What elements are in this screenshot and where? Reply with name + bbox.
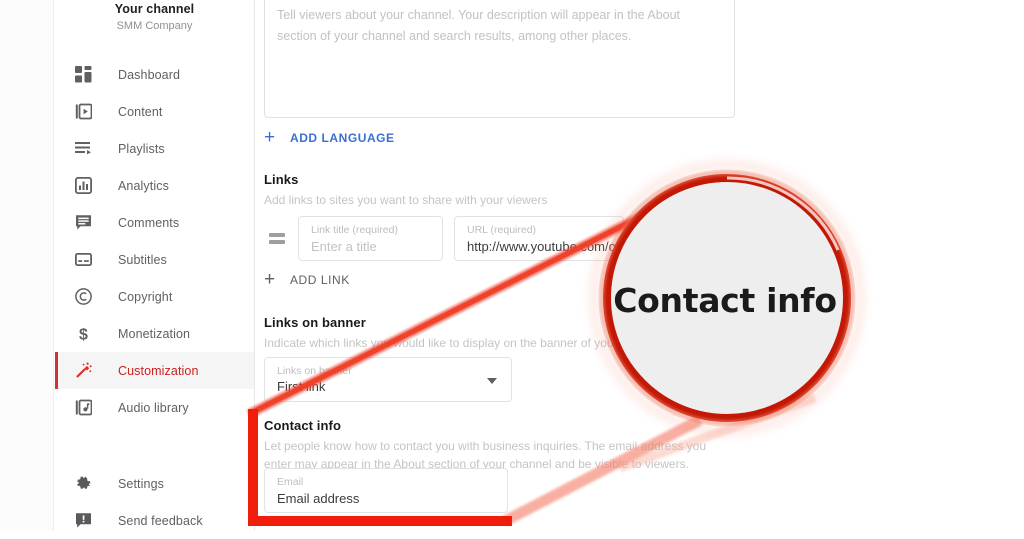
add-link-label: ADD LINK xyxy=(290,272,350,287)
sidebar-item-label: Customization xyxy=(118,363,199,378)
sidebar-item-analytics[interactable]: Analytics xyxy=(55,167,254,204)
plus-icon: + xyxy=(264,127,276,148)
playlists-icon xyxy=(70,137,96,161)
links-on-banner-section-header: Links on banner Indicate which links you… xyxy=(264,315,673,352)
sidebar-item-customization[interactable]: Customization xyxy=(55,352,254,389)
main-content: Channel description Tell viewers about y… xyxy=(256,0,1024,531)
link-title-label: Link title (required) xyxy=(311,224,398,236)
email-label: Email xyxy=(277,476,304,488)
add-language-button[interactable]: + ADD LANGUAGE xyxy=(264,128,395,147)
links-on-banner-select-value: First link xyxy=(277,379,326,394)
sidebar-item-label: Monetization xyxy=(118,326,191,341)
drag-handle-icon[interactable] xyxy=(264,230,290,247)
sidebar-item-monetization[interactable]: $ Monetization xyxy=(55,315,254,352)
sidebar-item-send-feedback[interactable]: Send feedback xyxy=(55,502,254,539)
chevron-down-icon[interactable] xyxy=(487,378,497,384)
sidebar-item-label: Send feedback xyxy=(118,513,203,528)
link-row: Link title (required) Enter a title URL … xyxy=(264,216,624,261)
comments-icon xyxy=(70,211,96,235)
contact-info-title: Contact info xyxy=(264,418,342,433)
links-on-banner-select[interactable]: Links on banner First link xyxy=(264,357,512,402)
channel-description-label: Channel description xyxy=(277,0,370,1)
sidebar-item-label: Audio library xyxy=(118,400,189,415)
sidebar-item-playlists[interactable]: Playlists xyxy=(55,130,254,167)
channel-description-textarea[interactable]: Channel description Tell viewers about y… xyxy=(264,0,735,118)
sidebar-item-label: Settings xyxy=(118,476,164,491)
sidebar-item-label: Analytics xyxy=(118,178,169,193)
sidebar-item-label: Playlists xyxy=(118,141,165,156)
sidebar-item-label: Content xyxy=(118,104,163,119)
gear-icon xyxy=(70,472,96,496)
add-link-button[interactable]: + ADD LINK xyxy=(264,270,350,289)
sidebar-item-comments[interactable]: Comments xyxy=(55,204,254,241)
left-gutter xyxy=(0,0,54,531)
dashboard-icon xyxy=(70,63,96,87)
plus-icon: + xyxy=(264,269,276,290)
sidebar-item-label: Copyright xyxy=(118,289,173,304)
monetization-icon: $ xyxy=(70,322,96,346)
links-on-banner-subtitle: Indicate which links you would like to d… xyxy=(264,336,673,350)
link-title-value: Enter a title xyxy=(311,239,377,254)
sidebar-item-settings[interactable]: Settings xyxy=(55,465,254,502)
sidebar: Your channel SMM Company Dashboard Conte… xyxy=(55,0,255,531)
links-on-banner-select-label: Links on banner xyxy=(277,365,352,377)
content-icon xyxy=(70,100,96,124)
channel-header: Your channel SMM Company xyxy=(55,0,254,34)
links-title: Links xyxy=(264,172,299,187)
sidebar-nav: Dashboard Content Playlists Analytics Co… xyxy=(55,56,254,426)
copyright-icon xyxy=(70,285,96,309)
add-language-label: ADD LANGUAGE xyxy=(290,130,395,145)
sidebar-item-audio-library[interactable]: Audio library xyxy=(55,389,254,426)
channel-name: SMM Company xyxy=(116,20,193,32)
channel-title: Your channel xyxy=(114,2,195,16)
link-url-label: URL (required) xyxy=(467,224,537,236)
link-url-value: http://www.youtube.com/o xyxy=(467,239,616,254)
channel-description-placeholder: Tell viewers about your channel. Your de… xyxy=(277,8,681,43)
sidebar-item-content[interactable]: Content xyxy=(55,93,254,130)
feedback-icon xyxy=(70,509,96,533)
youtube-studio-page: Your channel SMM Company Dashboard Conte… xyxy=(0,0,1024,531)
link-url-input[interactable]: URL (required) http://www.youtube.com/o xyxy=(454,216,624,261)
sidebar-item-label: Dashboard xyxy=(118,67,181,82)
sidebar-item-label: Subtitles xyxy=(118,252,167,267)
links-subtitle: Add links to sites you want to share wit… xyxy=(264,193,548,207)
sidebar-item-dashboard[interactable]: Dashboard xyxy=(55,56,254,93)
sidebar-item-label: Comments xyxy=(118,215,180,230)
links-on-banner-title: Links on banner xyxy=(264,315,366,330)
link-title-input[interactable]: Link title (required) Enter a title xyxy=(298,216,443,261)
svg-text:$: $ xyxy=(79,326,88,343)
contact-info-section-header: Contact info Let people know how to cont… xyxy=(264,418,722,473)
sidebar-item-copyright[interactable]: Copyright xyxy=(55,278,254,315)
customization-icon xyxy=(70,359,96,383)
sidebar-bottom-nav: Settings Send feedback xyxy=(55,465,254,539)
email-value: Email address xyxy=(277,491,360,506)
audio-library-icon xyxy=(70,396,96,420)
sidebar-item-subtitles[interactable]: Subtitles xyxy=(55,241,254,278)
email-input[interactable]: Email Email address xyxy=(264,468,508,513)
analytics-icon xyxy=(70,174,96,198)
subtitles-icon xyxy=(70,248,96,272)
links-section-header: Links Add links to sites you want to sha… xyxy=(264,172,547,209)
